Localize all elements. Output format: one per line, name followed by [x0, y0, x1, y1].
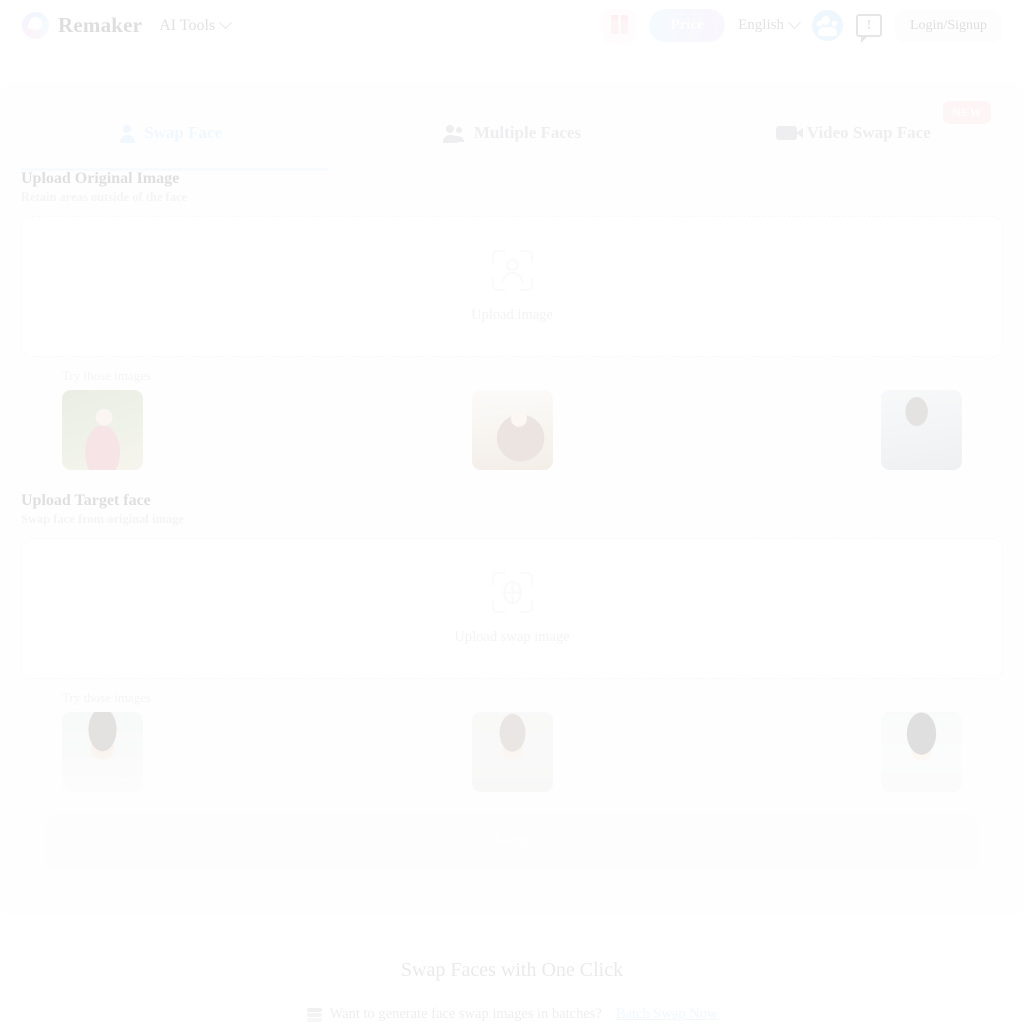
people-icon	[442, 124, 464, 143]
price-button[interactable]: Price	[649, 9, 726, 42]
gift-button[interactable]	[602, 8, 637, 43]
nav-ai-tools-dropdown[interactable]: AI Tools	[159, 16, 232, 35]
footer-heading: Swap Faces with One Click	[400, 959, 624, 981]
batch-promo-row: Want to generate face swap images in bat…	[0, 1006, 1024, 1023]
original-sample-thumbnails	[62, 390, 962, 470]
login-signup-button[interactable]: Login/Signup	[894, 9, 1002, 42]
chevron-down-icon	[788, 16, 801, 30]
sample-thumbnail-original-2[interactable]	[471, 390, 553, 470]
active-tab-underline	[21, 168, 328, 171]
language-selector[interactable]: English	[738, 16, 801, 34]
tab-swap-face[interactable]: Swap Face	[0, 82, 341, 170]
footer-section: Swap Faces with One Click Want to genera…	[0, 914, 1024, 1023]
swap-button[interactable]: Swap	[46, 814, 978, 869]
original-try-label: Try those images	[62, 368, 152, 383]
page-root: Remaker AI Tools Price English ! Login/S…	[0, 0, 1024, 1024]
header-actions: Price English ! Login/Signup	[602, 8, 1002, 43]
target-sample-thumbnails	[62, 712, 962, 792]
sample-thumbnail-original-1[interactable]	[62, 390, 143, 470]
community-users-icon[interactable]	[811, 10, 843, 41]
batch-swap-now-link[interactable]: Batch Swap Now	[616, 1006, 718, 1023]
nav-ai-tools-label: AI Tools	[159, 16, 216, 34]
face-swap-card: Swap Face Multiple Faces Video Swap Face…	[0, 82, 1024, 914]
face-scan-icon	[491, 249, 533, 291]
site-header: Remaker AI Tools Price English ! Login/S…	[0, 0, 1024, 51]
layers-icon	[306, 1007, 322, 1022]
language-label: English	[738, 17, 784, 33]
tab-multiple-faces[interactable]: Multiple Faces	[341, 82, 682, 170]
feedback-icon[interactable]: !	[855, 14, 882, 43]
gift-icon	[610, 14, 628, 34]
original-section-subtitle: Retain areas outside of the face	[21, 190, 188, 204]
original-image-dropzone[interactable]: Upload image	[21, 216, 1003, 357]
tab-video-swap-face[interactable]: Video Swap Face	[683, 82, 1024, 170]
original-dropzone-label: Upload image	[471, 306, 553, 323]
chevron-down-icon	[219, 16, 232, 30]
tab-video-swap-face-label: Video Swap Face	[806, 123, 931, 142]
sample-thumbnail-target-1[interactable]	[62, 712, 143, 792]
remaker-swirl-logo-icon	[22, 12, 49, 39]
tab-swap-face-label: Swap Face	[144, 123, 223, 142]
tool-tabs: Swap Face Multiple Faces Video Swap Face…	[0, 82, 1024, 171]
video-camera-icon	[775, 126, 803, 140]
target-try-label: Try those images	[62, 690, 152, 705]
target-dropzone-label: Upload swap image	[454, 628, 570, 645]
original-section-title: Upload Original Image	[21, 170, 180, 187]
batch-question-text: Want to generate face swap images in bat…	[329, 1006, 602, 1022]
sample-thumbnail-target-3[interactable]	[881, 712, 962, 792]
feedback-exclamation-glyph: !	[866, 17, 872, 33]
face-grid-icon	[491, 571, 533, 613]
brand-logo[interactable]: Remaker	[22, 12, 142, 39]
brand-name: Remaker	[58, 13, 143, 37]
person-icon	[119, 124, 135, 143]
target-section-title: Upload Target face	[21, 492, 151, 509]
target-section-subtitle: Swap face from original image	[21, 512, 184, 526]
target-face-dropzone[interactable]: Upload swap image	[21, 538, 1003, 679]
tab-multiple-faces-label: Multiple Faces	[473, 123, 582, 142]
sample-thumbnail-target-2[interactable]	[471, 712, 553, 792]
new-badge: NEW	[943, 101, 991, 124]
sample-thumbnail-original-3[interactable]	[881, 390, 962, 470]
